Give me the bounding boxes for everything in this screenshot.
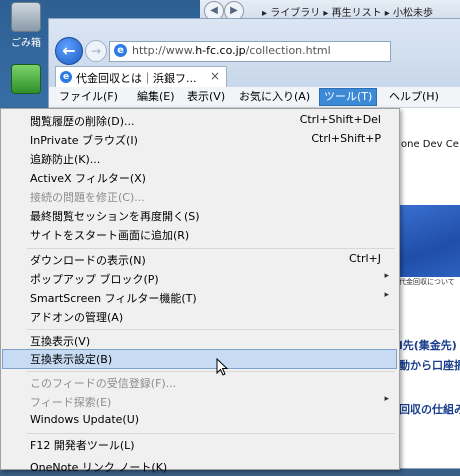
menu-item-compat-view-settings[interactable]: 互換表示設定(B): [2, 349, 397, 369]
browser-toolbar: ← → e http://www.h-fc.co.jp/collection.h…: [49, 19, 460, 87]
menu-item-label: 互換表示設定(B): [30, 353, 113, 366]
address-bar[interactable]: e http://www.h-fc.co.jp/collection.html: [109, 41, 391, 62]
tools-dropdown-menu: 閲覧履歴の削除(D)... Ctrl+Shift+Del InPrivate ブ…: [0, 108, 400, 474]
menu-item-smartscreen[interactable]: SmartScreen フィルター機能(T) ▸: [3, 289, 395, 307]
recycle-bin-label: ごみ箱: [11, 38, 41, 49]
menu-separator: [27, 329, 395, 330]
browser-tab[interactable]: e 代金回収とは｜浜銀フ... ×: [55, 66, 227, 87]
url-prefix: http://www.: [132, 44, 196, 57]
menu-bar: ファイル(F) 編集(E) 表示(V) お気に入り(A) ツール(T) ヘルプ(…: [49, 87, 460, 108]
menu-item-label: OneNote リンク ノート(K): [30, 461, 168, 474]
forward-button[interactable]: →: [85, 40, 107, 62]
menu-item-windows-update[interactable]: Windows Update(U): [3, 412, 395, 430]
menu-item-label: 追跡防止(K)...: [30, 153, 101, 166]
page-link-text-1[interactable]: l先(集金先): [399, 337, 457, 353]
menu-item-label: ActiveX フィルター(X): [30, 172, 146, 185]
desktop-shortcut-icon[interactable]: [4, 64, 48, 96]
shortcut-icon-image: [11, 64, 41, 94]
menu-item-delete-history[interactable]: 閲覧履歴の削除(D)... Ctrl+Shift+Del: [3, 112, 395, 130]
menu-item-label: Windows Update(U): [30, 413, 140, 426]
menu-item-label: 最終閲覧セッションを再度開く(S): [30, 210, 200, 223]
menu-separator: [27, 371, 395, 372]
submenu-arrow-icon: ▸: [384, 271, 389, 281]
tab-favicon-icon: e: [60, 71, 72, 83]
menu-item-view-downloads[interactable]: ダウンロードの表示(N) Ctrl+J: [3, 251, 395, 269]
menu-item-label: 閲覧履歴の削除(D)...: [30, 115, 135, 128]
menu-item-label: アドオンの管理(A): [30, 311, 124, 324]
menu-item-popup-blocker[interactable]: ポップアップ ブロック(P) ▸: [3, 270, 395, 288]
menu-separator: [27, 248, 395, 249]
ie-logo-icon: e: [114, 44, 127, 57]
recycle-bin-icon[interactable]: ごみ箱: [4, 2, 48, 49]
menu-item-label: InPrivate ブラウズ(I): [30, 134, 138, 147]
menu-tools[interactable]: ツール(T): [319, 88, 378, 106]
url-domain: h-fc.co.jp: [195, 44, 246, 57]
submenu-arrow-icon: ▸: [384, 290, 389, 300]
menu-item-label: フィード探索(E): [30, 396, 112, 409]
menu-item-add-to-start[interactable]: サイトをスタート画面に追加(R): [3, 226, 395, 244]
recycle-bin-icon-image: [11, 2, 41, 32]
url-suffix: /collection.html: [245, 44, 331, 57]
menu-item-label: F12 開発者ツール(L): [30, 439, 135, 452]
page-banner-note: 代金回収について: [399, 278, 455, 286]
menu-item-inprivate[interactable]: InPrivate ブラウズ(I) Ctrl+Shift+P: [3, 131, 395, 149]
menu-item-label: ダウンロードの表示(N): [30, 254, 146, 267]
menu-item-f12-tools[interactable]: F12 開発者ツール(L): [3, 436, 395, 454]
menu-item-label: SmartScreen フィルター機能(T): [30, 292, 197, 305]
menu-item-manage-addons[interactable]: アドオンの管理(A): [3, 308, 395, 326]
submenu-arrow-icon: ▸: [384, 394, 389, 404]
menu-item-label: 接続の問題を修正(C)...: [30, 191, 145, 204]
page-link-text-3[interactable]: 回収の仕組み: [399, 401, 460, 417]
menu-file[interactable]: ファイル(F): [55, 89, 122, 105]
page-banner-image: [399, 205, 460, 277]
menu-favorites[interactable]: お気に入り(A): [235, 89, 314, 105]
menu-item-tracking-protection[interactable]: 追跡防止(K)...: [3, 150, 395, 168]
menu-item-label: 互換表示(V): [30, 335, 91, 348]
menu-item-label: サイトをスタート画面に追加(R): [30, 229, 190, 242]
menu-item-label: このフィードの受信登録(F)...: [30, 377, 177, 390]
menu-item-shortcut: Ctrl+Shift+Del: [299, 113, 381, 126]
menu-item-onenote[interactable]: OneNote リンク ノート(K): [3, 458, 395, 476]
menu-item-shortcut: Ctrl+Shift+P: [311, 132, 381, 145]
menu-item-reopen-session[interactable]: 最終閲覧セッションを再度開く(S): [3, 207, 395, 225]
menu-item-fix-connection: 接続の問題を修正(C)...: [3, 188, 395, 206]
menu-edit[interactable]: 編集(E): [133, 89, 179, 105]
tab-close-icon[interactable]: ×: [210, 69, 220, 83]
menu-item-subscribe-feed: このフィードの受信登録(F)...: [3, 374, 395, 392]
page-partial-text: one Dev Ce: [401, 139, 459, 150]
menu-item-feed-discovery: フィード探索(E) ▸: [3, 393, 395, 411]
menu-separator: [27, 433, 395, 434]
menu-item-shortcut: Ctrl+J: [348, 252, 381, 265]
menu-item-activex-filter[interactable]: ActiveX フィルター(X): [3, 169, 395, 187]
tab-title: 代金回収とは｜浜銀フ...: [76, 72, 197, 85]
menu-view[interactable]: 表示(V): [183, 89, 229, 105]
page-link-text-2[interactable]: 動から口座振: [399, 357, 460, 373]
menu-item-compat-view[interactable]: 互換表示(V): [3, 332, 395, 350]
menu-help[interactable]: ヘルプ(H): [385, 89, 443, 105]
menu-item-label: ポップアップ ブロック(P): [30, 273, 159, 286]
back-button[interactable]: ←: [55, 37, 83, 65]
mouse-cursor-icon: [216, 358, 228, 376]
url-text[interactable]: http://www.h-fc.co.jp/collection.html: [132, 44, 331, 57]
explorer-breadcrumb[interactable]: ▸ ライブラリ ▸ 再生リスト ▸ 小松未歩: [262, 4, 433, 19]
